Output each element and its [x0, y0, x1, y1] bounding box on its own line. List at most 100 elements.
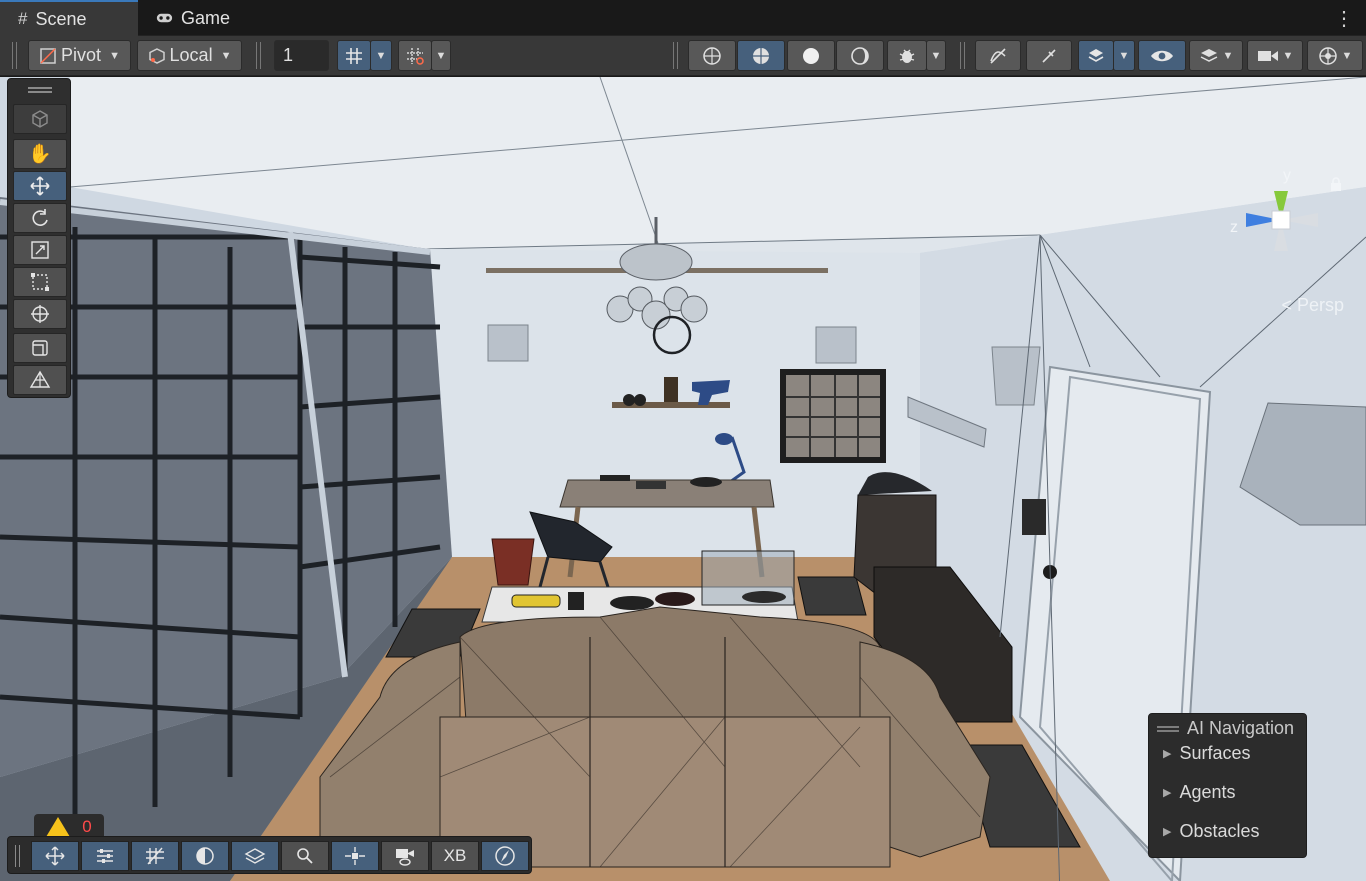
layers-overlay-button[interactable] — [231, 841, 279, 871]
grid-size-field[interactable] — [274, 40, 329, 71]
scene-visibility-button[interactable] — [1138, 40, 1186, 71]
camera-view-overlay-button[interactable] — [381, 841, 429, 871]
move-overlay-icon — [45, 846, 65, 866]
overlay-handle[interactable] — [1157, 725, 1179, 732]
center-icon — [345, 847, 365, 865]
local-dropdown[interactable]: Local ▼ — [137, 40, 242, 71]
chevron-down-icon: ▼ — [1222, 49, 1234, 62]
toolbar-grip[interactable] — [12, 42, 17, 69]
chevron-down-icon: ▼ — [1118, 49, 1130, 62]
chevron-right-icon: ▶ — [1163, 826, 1172, 838]
move-tool-button[interactable] — [13, 171, 67, 201]
transform-tool-button[interactable] — [13, 299, 67, 329]
lock-icon[interactable] — [1330, 177, 1342, 191]
ai-nav-obstacles-item[interactable]: ▶ Obstacles — [1163, 821, 1260, 842]
compass-overlay-button[interactable] — [481, 841, 529, 871]
unlit-shading-button[interactable] — [836, 40, 884, 71]
gizmos-dropdown[interactable]: ▼ — [1113, 40, 1135, 71]
tab-bar: # Scene Game ⋮ — [0, 0, 1366, 36]
overlay-handle[interactable] — [15, 845, 20, 867]
increment-snap-icon — [407, 47, 424, 65]
layers-icon — [1200, 48, 1217, 62]
rect-tool-button[interactable] — [13, 267, 67, 297]
scale-tool-button[interactable] — [13, 235, 67, 265]
view-tool-button[interactable] — [13, 104, 67, 134]
view-cube-icon — [32, 110, 48, 128]
lighting-icon — [196, 847, 214, 865]
debug-icon — [899, 49, 915, 63]
grid-hash-icon: # — [18, 9, 28, 28]
tab-game[interactable]: Game — [138, 0, 248, 36]
chevron-down-icon: ▼ — [1282, 49, 1294, 62]
custom-tool-button[interactable] — [13, 333, 67, 363]
debug-draw-button[interactable] — [887, 40, 927, 71]
debug-draw-dropdown[interactable]: ▼ — [926, 40, 946, 71]
rotate-tool-button[interactable] — [13, 203, 67, 233]
scale-icon — [31, 241, 49, 259]
layers-dropdown[interactable]: ▼ — [1189, 40, 1243, 71]
gizmos-icon — [1088, 48, 1104, 62]
hand-tool-button[interactable]: ✋ — [13, 139, 67, 169]
grid-snap-icon — [146, 847, 164, 865]
warning-count: 0 — [82, 817, 92, 836]
move-overlay-button[interactable] — [31, 841, 79, 871]
xb-label: XB — [443, 846, 467, 865]
chevron-down-icon: ▼ — [109, 49, 120, 62]
toolbar-grip[interactable] — [673, 42, 678, 69]
grid-snap-button[interactable] — [337, 40, 371, 71]
shaded-shading-icon — [803, 47, 819, 64]
pivot-label: Pivot — [61, 45, 102, 65]
lighting-overlay-button[interactable] — [181, 841, 229, 871]
increment-snap-dropdown[interactable]: ▼ — [431, 40, 451, 71]
transform-icon — [31, 305, 49, 323]
grid-snap-overlay-button[interactable] — [131, 841, 179, 871]
view-orientation-gizmo[interactable] — [1226, 165, 1336, 285]
chevron-down-icon: ▼ — [435, 49, 447, 62]
toolbar-grip[interactable] — [960, 42, 965, 69]
gizmo-z-label: z — [1230, 219, 1238, 236]
settings-sliders-icon — [97, 849, 113, 863]
center-overlay-button[interactable] — [331, 841, 379, 871]
fx-toggle-button[interactable] — [975, 40, 1021, 71]
xb-overlay-button[interactable]: XB — [431, 841, 479, 871]
tab-scene[interactable]: # Scene — [0, 0, 138, 36]
pivot-icon — [40, 47, 56, 64]
toolbar-grip[interactable] — [256, 42, 261, 69]
ai-nav-surfaces-item[interactable]: ▶ Surfaces — [1163, 743, 1251, 764]
move-icon — [30, 176, 50, 196]
grid-snap-dropdown[interactable]: ▼ — [370, 40, 392, 71]
settings-sliders-button[interactable] — [81, 841, 129, 871]
camera-dropdown[interactable]: ▼ — [1247, 40, 1303, 71]
shaded-wireframe-shading-icon — [753, 47, 769, 64]
ai-navigation-title: AI Navigation — [1187, 718, 1295, 738]
visibility-icon — [1151, 50, 1173, 61]
ai-nav-obstacles-label: Obstacles — [1179, 821, 1260, 841]
tool-off-icon — [1042, 48, 1056, 63]
overlay-handle[interactable] — [28, 87, 52, 93]
gizmo-orientation-icon — [1318, 46, 1337, 65]
compass-icon — [495, 846, 515, 866]
scene-toolbar: Pivot ▼ Local ▼ ▼ ▼ — [0, 36, 1366, 76]
shaded-wireframe-shading-button[interactable] — [737, 40, 785, 71]
increment-snap-button[interactable] — [398, 40, 432, 71]
search-overlay-button[interactable] — [281, 841, 329, 871]
ai-navigation-header[interactable]: AI Navigation — [1157, 718, 1294, 739]
chevron-down-icon: ▼ — [930, 49, 942, 62]
gizmo-orientation-dropdown[interactable]: ▼ — [1307, 40, 1363, 71]
shaded-shading-button[interactable] — [787, 40, 835, 71]
chevron-down-icon: ▼ — [375, 49, 387, 62]
tool-handles-button[interactable] — [1026, 40, 1072, 71]
grid-snap-icon — [346, 47, 362, 64]
camera-icon — [1257, 50, 1278, 61]
probuilder-icon — [29, 370, 51, 388]
more-options-icon[interactable]: ⋮ — [1334, 6, 1354, 31]
probuilder-tool-button[interactable] — [13, 365, 67, 395]
wireframe-shading-button[interactable] — [688, 40, 736, 71]
tab-game-label: Game — [180, 7, 230, 28]
projection-toggle[interactable]: < Persp — [1281, 295, 1344, 316]
gizmos-button[interactable] — [1078, 40, 1114, 71]
gizmo-y-label: y — [1283, 167, 1291, 184]
ai-nav-agents-item[interactable]: ▶ Agents — [1163, 782, 1236, 803]
camera-view-icon — [396, 849, 414, 866]
pivot-dropdown[interactable]: Pivot ▼ — [28, 40, 131, 71]
